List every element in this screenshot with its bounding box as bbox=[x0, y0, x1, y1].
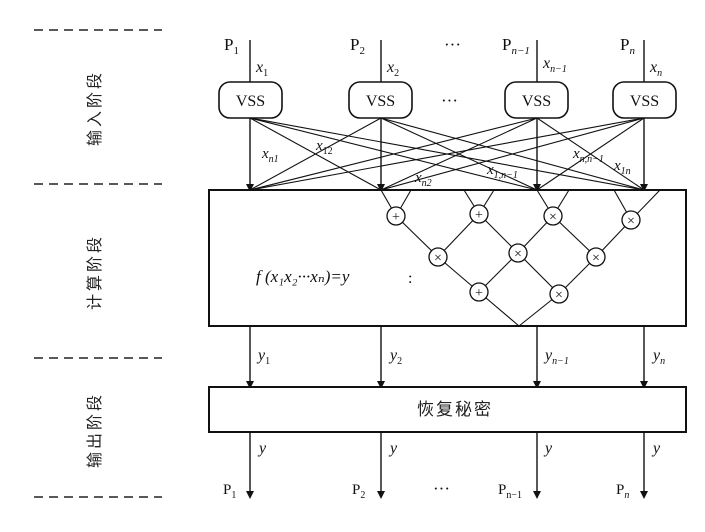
add-operator-3: + bbox=[469, 282, 489, 302]
function-label: f (x₁x₂···xₙ)=y bbox=[256, 267, 350, 286]
final-value-y-n-minus-1: y bbox=[543, 440, 553, 457]
party-ellipsis-top: ··· bbox=[444, 35, 461, 54]
vss-label-n: VSS bbox=[630, 93, 659, 110]
output-value-yn: yn bbox=[651, 347, 665, 367]
add-operator-2: + bbox=[469, 204, 489, 224]
vss-label-n-minus-1: VSS bbox=[522, 93, 551, 110]
final-value-y-2: y bbox=[388, 440, 398, 457]
vss-box-n-minus-1: VSS bbox=[504, 81, 569, 119]
input-value-x1: x1 bbox=[255, 59, 268, 79]
compute-dots: : bbox=[408, 270, 412, 287]
times-symbol: × bbox=[514, 247, 522, 262]
input-value-x2: x2 bbox=[386, 59, 399, 79]
party-label-n-minus-1: Pn−1 bbox=[502, 35, 530, 57]
final-value-y-1: y bbox=[257, 440, 267, 457]
times-symbol: × bbox=[627, 214, 635, 229]
bottom-party-label-1: P1 bbox=[223, 482, 236, 501]
bottom-party-label-n: Pn bbox=[616, 482, 629, 501]
bottom-party-label-2: P2 bbox=[352, 482, 365, 501]
times-symbol: × bbox=[555, 288, 563, 303]
recover-secret-label: 恢复秘密 bbox=[417, 400, 493, 420]
party-label-n: Pn bbox=[620, 35, 635, 57]
times-symbol: × bbox=[592, 251, 600, 266]
share-label-xn1: xn1 bbox=[261, 146, 279, 165]
share-label-xn2: xn2 bbox=[414, 170, 432, 189]
vss-ellipsis: ··· bbox=[441, 91, 458, 110]
party-label-2: P2 bbox=[350, 35, 365, 57]
vss-box-2: VSS bbox=[348, 81, 413, 119]
multiply-operator-2: × bbox=[621, 210, 641, 230]
plus-symbol: + bbox=[475, 208, 483, 223]
plus-symbol: + bbox=[392, 210, 400, 225]
input-value-xn: xn bbox=[649, 59, 662, 79]
bottom-party-ellipsis: ··· bbox=[433, 479, 450, 498]
vss-box-n: VSS bbox=[612, 81, 677, 119]
multiply-operator-3: × bbox=[428, 247, 448, 267]
plus-symbol: + bbox=[475, 286, 483, 301]
final-value-y-n: y bbox=[651, 440, 661, 457]
share-label-x12: x12 bbox=[315, 138, 333, 157]
stage-label-compute: 计算阶段 bbox=[85, 234, 104, 310]
stage-label-output: 输出阶段 bbox=[85, 392, 104, 468]
party-label-1: P1 bbox=[224, 35, 239, 57]
add-operator-1: + bbox=[386, 206, 406, 226]
secure-multiparty-computation-diagram: 输入阶段 计算阶段 输出阶段 P1 P2 ··· Pn−1 Pn x1 x2 x… bbox=[34, 29, 687, 501]
multiply-operator-5: × bbox=[586, 247, 606, 267]
multiply-operator-4: × bbox=[508, 243, 528, 263]
vss-box-1: VSS bbox=[218, 81, 283, 119]
share-label-x1n: x1n bbox=[613, 158, 631, 177]
vss-label-2: VSS bbox=[366, 93, 395, 110]
stage-label-input: 输入阶段 bbox=[85, 70, 104, 146]
times-symbol: × bbox=[549, 210, 557, 225]
vss-label-1: VSS bbox=[236, 93, 265, 110]
times-symbol: × bbox=[434, 251, 442, 266]
input-value-xn-minus-1: xn−1 bbox=[542, 55, 567, 75]
multiply-operator-1: × bbox=[543, 206, 563, 226]
multiply-operator-6: × bbox=[549, 284, 569, 304]
output-value-y2: y2 bbox=[388, 347, 402, 367]
bottom-party-label-n-minus-1: Pn−1 bbox=[498, 482, 522, 501]
output-value-yn-minus-1: yn−1 bbox=[543, 347, 569, 367]
output-value-y1: y1 bbox=[256, 347, 270, 367]
